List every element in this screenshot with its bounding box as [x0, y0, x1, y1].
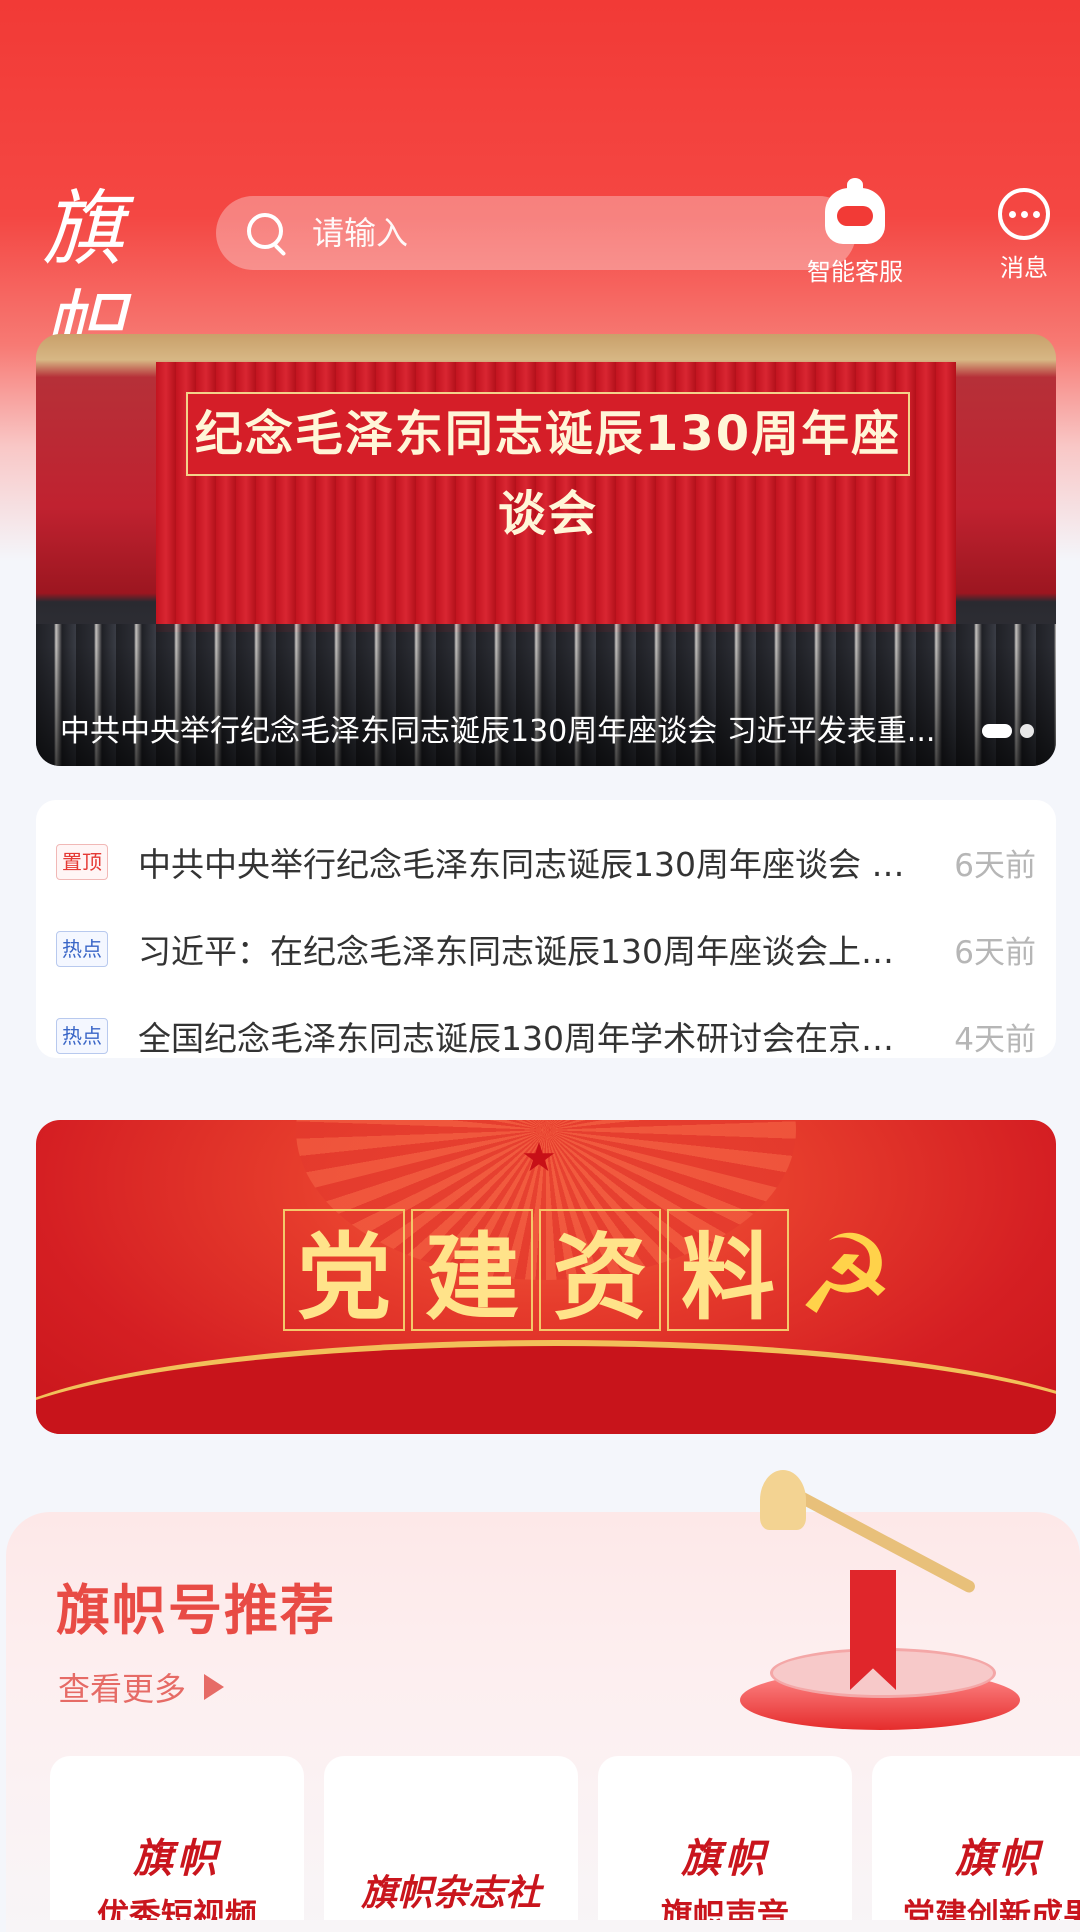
recommend-card[interactable]: 旗帜杂志社 — [324, 1756, 578, 1920]
news-title: 中共中央举行纪念毛泽东同志诞辰130周年座谈会 习... — [138, 845, 908, 884]
card-name: 优秀短视频 — [96, 1896, 257, 1920]
chat-bubble-icon — [998, 188, 1050, 240]
card-name: 旗帜杂志社 — [360, 1872, 541, 1914]
ribbon-decoration — [36, 1340, 1056, 1434]
carousel-dot — [1020, 724, 1034, 738]
hot-tag: 热点 — [56, 1018, 108, 1054]
news-item[interactable]: 热点 习近平：在纪念毛泽东同志诞辰130周年座谈会上的... 6天前 — [56, 921, 1036, 977]
card-logo: 旗帜 — [955, 1835, 1043, 1882]
hammer-sickle-icon: ☭ — [796, 1211, 895, 1339]
recommend-cards: 旗帜 优秀短视频 旗帜杂志社 旗帜 旗帜声音 旗帜 党建创新成果 — [50, 1756, 1080, 1920]
app-logo: 旗帜 — [42, 182, 136, 377]
carousel-indicator — [982, 724, 1034, 738]
party-banner-title: 党 建 资 料 — [266, 1209, 806, 1333]
hot-tag: 热点 — [56, 931, 108, 967]
card-logo: 旗帜 — [133, 1835, 221, 1882]
news-title: 习近平：在纪念毛泽东同志诞辰130周年座谈会上的... — [138, 932, 908, 971]
carousel-dot-active — [982, 724, 1012, 738]
trumpet-illustration — [730, 1470, 1030, 1730]
party-title-char: 料 — [667, 1209, 789, 1333]
see-more-label: 查看更多 — [58, 1670, 187, 1708]
recommend-title: 旗帜号推荐 — [56, 1579, 336, 1642]
recommend-card[interactable]: 旗帜 旗帜声音 — [598, 1756, 852, 1920]
news-title: 全国纪念毛泽东同志诞辰130周年学术研讨会在京举行 — [138, 1019, 908, 1058]
party-title-char: 党 — [283, 1209, 405, 1333]
search-input[interactable] — [310, 213, 834, 253]
news-time: 4天前 — [954, 1021, 1036, 1058]
news-item[interactable]: 热点 全国纪念毛泽东同志诞辰130周年学术研讨会在京举行 4天前 — [56, 1008, 1036, 1064]
customer-service-button[interactable]: 智能客服 — [800, 178, 910, 287]
pin-tag: 置顶 — [56, 844, 108, 880]
recommend-card[interactable]: 旗帜 党建创新成果 — [872, 1756, 1080, 1920]
star-icon: ★ — [521, 1135, 557, 1181]
messages-button[interactable]: 消息 — [969, 188, 1079, 283]
party-building-banner[interactable]: ★ 党 建 资 料 ☭ — [36, 1120, 1056, 1434]
messages-label: 消息 — [1000, 254, 1048, 282]
news-item[interactable]: 置顶 中共中央举行纪念毛泽东同志诞辰130周年座谈会 习... 6天前 — [56, 834, 1036, 890]
card-logo: 旗帜 — [681, 1835, 769, 1882]
card-name: 旗帜声音 — [660, 1896, 789, 1920]
banner-carousel[interactable]: 纪念毛泽东同志诞辰130周年座谈会 中共中央举行纪念毛泽东同志诞辰130周年座谈… — [36, 334, 1056, 766]
news-list: 置顶 中共中央举行纪念毛泽东同志诞辰130周年座谈会 习... 6天前 热点 习… — [36, 800, 1056, 1058]
trumpet-bell — [760, 1470, 806, 1530]
news-time: 6天前 — [954, 934, 1036, 971]
party-title-char: 资 — [539, 1209, 661, 1333]
card-name: 党建创新成果 — [902, 1896, 1080, 1920]
customer-service-label: 智能客服 — [807, 258, 903, 286]
banner-caption: 中共中央举行纪念毛泽东同志诞辰130周年座谈会 习近平发表重... — [60, 714, 936, 749]
triangle-right-icon — [204, 1674, 225, 1700]
banner-sign-text: 纪念毛泽东同志诞辰130周年座谈会 — [186, 392, 910, 542]
party-title-char: 建 — [411, 1209, 533, 1333]
see-more-link[interactable]: 查看更多 — [58, 1664, 225, 1710]
recommend-card[interactable]: 旗帜 优秀短视频 — [50, 1756, 304, 1920]
search-bar[interactable] — [216, 196, 856, 270]
robot-icon — [825, 178, 885, 244]
search-icon — [244, 210, 290, 256]
news-time: 6天前 — [954, 847, 1036, 884]
